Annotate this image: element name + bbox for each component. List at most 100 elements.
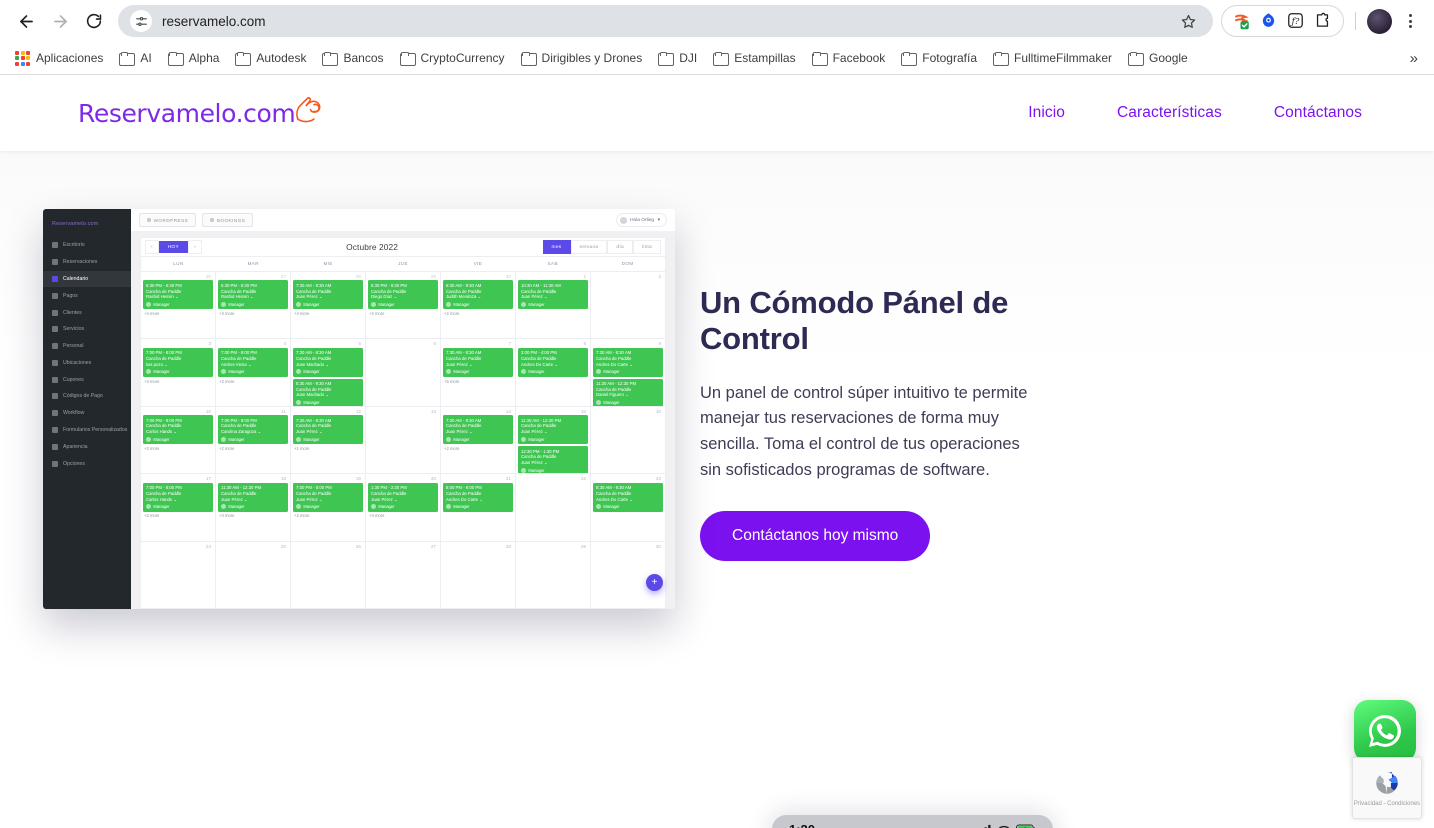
calendar-day-cell[interactable]: 26 5:30 PM - 6:30 PM Cancha de Paddle Rashi… [141, 271, 216, 339]
calendar-day-cell[interactable]: 16 [591, 407, 665, 473]
calendar-day-cell[interactable]: 6 [366, 339, 441, 406]
dashboard-user-menu[interactable]: Hola Orlieg ▾ [615, 213, 667, 227]
sidebar-item-servicios[interactable]: Servicios [43, 321, 131, 338]
bookmark-item-fulltimefilmmaker[interactable]: FulltimeFilmmaker [986, 47, 1119, 69]
bookmark-button[interactable] [1175, 8, 1201, 34]
calendar-next-button[interactable]: › [187, 239, 202, 255]
calendar-event[interactable]: 8:00 PM - 9:00 PM Cancha de Paddle Andres … [443, 482, 513, 512]
calendar-view-lista[interactable]: lista [632, 239, 661, 255]
calendar-event[interactable]: 7:30 AM - 8:30 AM Cancha de Paddle Juan Pé… [293, 415, 363, 445]
calendar-day-cell[interactable]: 17 7:00 PM - 8:00 PM Cancha de Paddle Carlo… [141, 474, 216, 541]
whatsapp-button[interactable] [1354, 700, 1416, 762]
calendar-day-cell[interactable]: 24 [141, 541, 216, 608]
calendar-more-link[interactable]: +2 more [443, 311, 513, 316]
calendar-more-link[interactable]: +1 more [293, 446, 363, 451]
calendar-event[interactable]: 1:30 PM - 2:30 PM Cancha de Paddle Juan Pé… [368, 482, 438, 512]
bookmark-item-bancos[interactable]: Bancos [315, 47, 390, 69]
calendar-event[interactable]: 7:00 PM - 8:00 PM Cancha de Paddle Carlos … [143, 415, 213, 445]
kebab-menu-icon[interactable] [1396, 7, 1424, 35]
calendar-day-cell[interactable]: 14 7:30 AM - 8:30 AM Cancha de Paddle Juan … [441, 406, 516, 474]
calendar-day-cell[interactable]: 1 10:30 AM - 11:30 AM Cancha de Paddle Juan… [516, 271, 591, 339]
calendar-day-cell[interactable]: 10 7:00 PM - 8:00 PM Cancha de Paddle Carlo… [141, 406, 216, 474]
sidebar-item-workflow[interactable]: Workflow [43, 405, 131, 422]
calendar-more-link[interactable]: +4 more [143, 311, 213, 316]
calendar-day-cell[interactable]: 12 7:30 AM - 8:30 AM Cancha de Paddle Juan … [291, 406, 366, 474]
sidebar-item-personal[interactable]: Personal [43, 338, 131, 355]
calendar-more-link[interactable]: +3 more [143, 379, 213, 384]
calendar-day-cell[interactable]: 25 [216, 541, 291, 608]
nav-link-inicio[interactable]: Inicio [1028, 104, 1065, 122]
sidebar-item-codigos-de-pago[interactable]: Códigos de Pago [43, 388, 131, 405]
bookmark-item-cryptocurrency[interactable]: CryptoCurrency [393, 47, 512, 69]
calendar-event[interactable]: 7:00 PM - 8:00 PM Cancha de Paddle Carlos … [143, 482, 213, 512]
calendar-more-link[interactable]: +4 more [218, 513, 288, 518]
contact-cta-button[interactable]: Contáctanos hoy mismo [700, 511, 931, 562]
sidebar-item-clientes[interactable]: Clientes [43, 304, 131, 321]
calendar-event[interactable]: 7:00 PM - 8:00 PM Cancha de Paddle Andres … [218, 347, 288, 377]
extension-formula-icon[interactable]: ƒ? [1287, 12, 1305, 30]
bookmark-item-dirigibles-y-drones[interactable]: Dirigibles y Drones [514, 47, 650, 69]
calendar-more-link[interactable]: +3 more [218, 311, 288, 316]
site-logo[interactable]: Reservamelo.com [78, 96, 327, 130]
bookmarks-overflow-button[interactable]: » [1404, 48, 1424, 69]
bookmark-item-google[interactable]: Google [1121, 47, 1195, 69]
sidebar-item-ubicaciones[interactable]: Ubicaciones [43, 354, 131, 371]
calendar-prev-button[interactable]: ‹ [145, 239, 159, 255]
calendar-more-link[interactable]: +2 more [143, 513, 213, 518]
calendar-more-link[interactable]: +4 more [368, 513, 438, 518]
calendar-event[interactable]: 11:30 AM - 12:30 PM Cancha de Paddle Juan … [218, 482, 288, 512]
calendar-event[interactable]: 7:30 AM - 8:30 AM Cancha de Paddle Juan Pé… [293, 280, 363, 310]
calendar-today-button[interactable]: HOY [158, 241, 188, 253]
reload-button[interactable] [78, 5, 110, 37]
site-settings-button[interactable] [130, 10, 152, 32]
bookmark-item-alpha[interactable]: Alpha [161, 47, 227, 69]
nav-link-caracteristicas[interactable]: Características [1117, 104, 1222, 122]
calendar-day-cell[interactable]: 15 11:30 AM - 12:30 PM Cancha de Paddle Jua… [516, 406, 591, 474]
bookmark-item-autodesk[interactable]: Autodesk [228, 47, 313, 69]
bookings-chip[interactable]: BOOKINGS [202, 213, 254, 227]
sidebar-item-apariencia[interactable]: Apariencia [43, 438, 131, 455]
calendar-day-cell[interactable]: 26 [291, 541, 366, 608]
calendar-day-cell[interactable]: 22 [516, 474, 591, 541]
sidebar-item-calendario[interactable]: Calendario [43, 270, 131, 288]
calendar-day-cell[interactable]: 2 [591, 272, 665, 338]
calendar-event[interactable]: 7:30 AM - 8:30 AM Cancha de Paddle Juan Pé… [443, 415, 513, 445]
calendar-event[interactable]: 5:30 PM - 6:30 PM Cancha de Paddle Rashid … [218, 280, 288, 310]
calendar-event[interactable]: 7:00 PM - 8:00 PM Cancha de Paddle Juan Pé… [293, 482, 363, 512]
calendar-event[interactable]: 8:30 AM - 9:30 AM Cancha de Paddle Judith … [443, 280, 513, 310]
calendar-day-cell[interactable]: 13 [366, 406, 441, 474]
calendar-day-cell[interactable]: 7 7:30 AM - 8:30 AM Cancha de Paddle Juan P… [441, 339, 516, 406]
calendar-more-link[interactable]: +2 more [443, 446, 513, 451]
sidebar-item-cupones[interactable]: Cupones [43, 371, 131, 388]
calendar-day-cell[interactable]: 21 8:00 PM - 9:00 PM Cancha de Paddle Andre… [441, 474, 516, 541]
calendar-more-link[interactable]: +2 more [293, 513, 363, 518]
calendar-event[interactable]: 7:00 PM - 8:00 PM Cancha de Paddle Carolin… [218, 415, 288, 445]
calendar-day-cell[interactable]: 20 1:30 PM - 2:30 PM Cancha de Paddle Juan … [366, 474, 441, 541]
bookmark-item-fotografia[interactable]: Fotografía [894, 47, 984, 69]
calendar-day-cell[interactable]: 8 3:00 PM - 4:00 PM Cancha de Paddle Andres… [516, 339, 591, 406]
sidebar-item-escritorio[interactable]: Escritorio [43, 237, 131, 254]
extension-eye-icon[interactable] [1260, 12, 1278, 30]
bookmark-item-aplicaciones[interactable]: Aplicaciones [8, 47, 110, 70]
calendar-event[interactable]: 10:30 AM - 11:30 AM Cancha de Paddle Juan … [518, 280, 588, 310]
calendar-more-link[interactable]: +4 more [293, 311, 363, 316]
calendar-day-cell[interactable]: 3 7:00 PM - 8:00 PM Cancha de Paddle luis p… [141, 339, 216, 406]
bookmark-item-estampillas[interactable]: Estampillas [706, 47, 802, 69]
calendar-day-cell[interactable]: 27 5:30 PM - 6:30 PM Cancha de Paddle Rashi… [216, 271, 291, 339]
sidebar-item-formularios-personalizados[interactable]: Formularios Personalizados [43, 422, 131, 439]
calendar-more-link[interactable]: +5 more [443, 379, 513, 384]
bookmark-item-ai[interactable]: AI [112, 47, 158, 69]
calendar-event[interactable]: 7:00 PM - 8:00 PM Cancha de Paddle luis po… [143, 347, 213, 377]
sidebar-item-opciones[interactable]: Opciones [43, 455, 131, 472]
recaptcha-legal-text[interactable]: Privacidad - Condiciones [1354, 801, 1420, 808]
calendar-day-cell[interactable]: 9 7:30 AM - 8:30 AM Cancha de Paddle Andres… [591, 339, 665, 406]
calendar-more-link[interactable]: +2 more [218, 379, 288, 384]
calendar-more-link[interactable]: +2 more [368, 311, 438, 316]
calendar-day-cell[interactable]: 28 [441, 541, 516, 608]
calendar-event[interactable]: 7:30 AM - 8:30 AM Cancha de Paddle Juan Pé… [443, 347, 513, 377]
url-text[interactable]: reservamelo.com [162, 14, 1169, 29]
calendar-event[interactable]: 7:30 AM - 8:30 AM Cancha de Paddle Juan Ma… [293, 347, 363, 377]
calendar-day-cell[interactable]: 28 7:30 AM - 8:30 AM Cancha de Paddle Juan … [291, 271, 366, 339]
calendar-event[interactable]: 11:30 AM - 12:30 PM Cancha de Paddle Juan … [518, 415, 588, 445]
nav-link-contactanos[interactable]: Contáctanos [1274, 104, 1362, 122]
